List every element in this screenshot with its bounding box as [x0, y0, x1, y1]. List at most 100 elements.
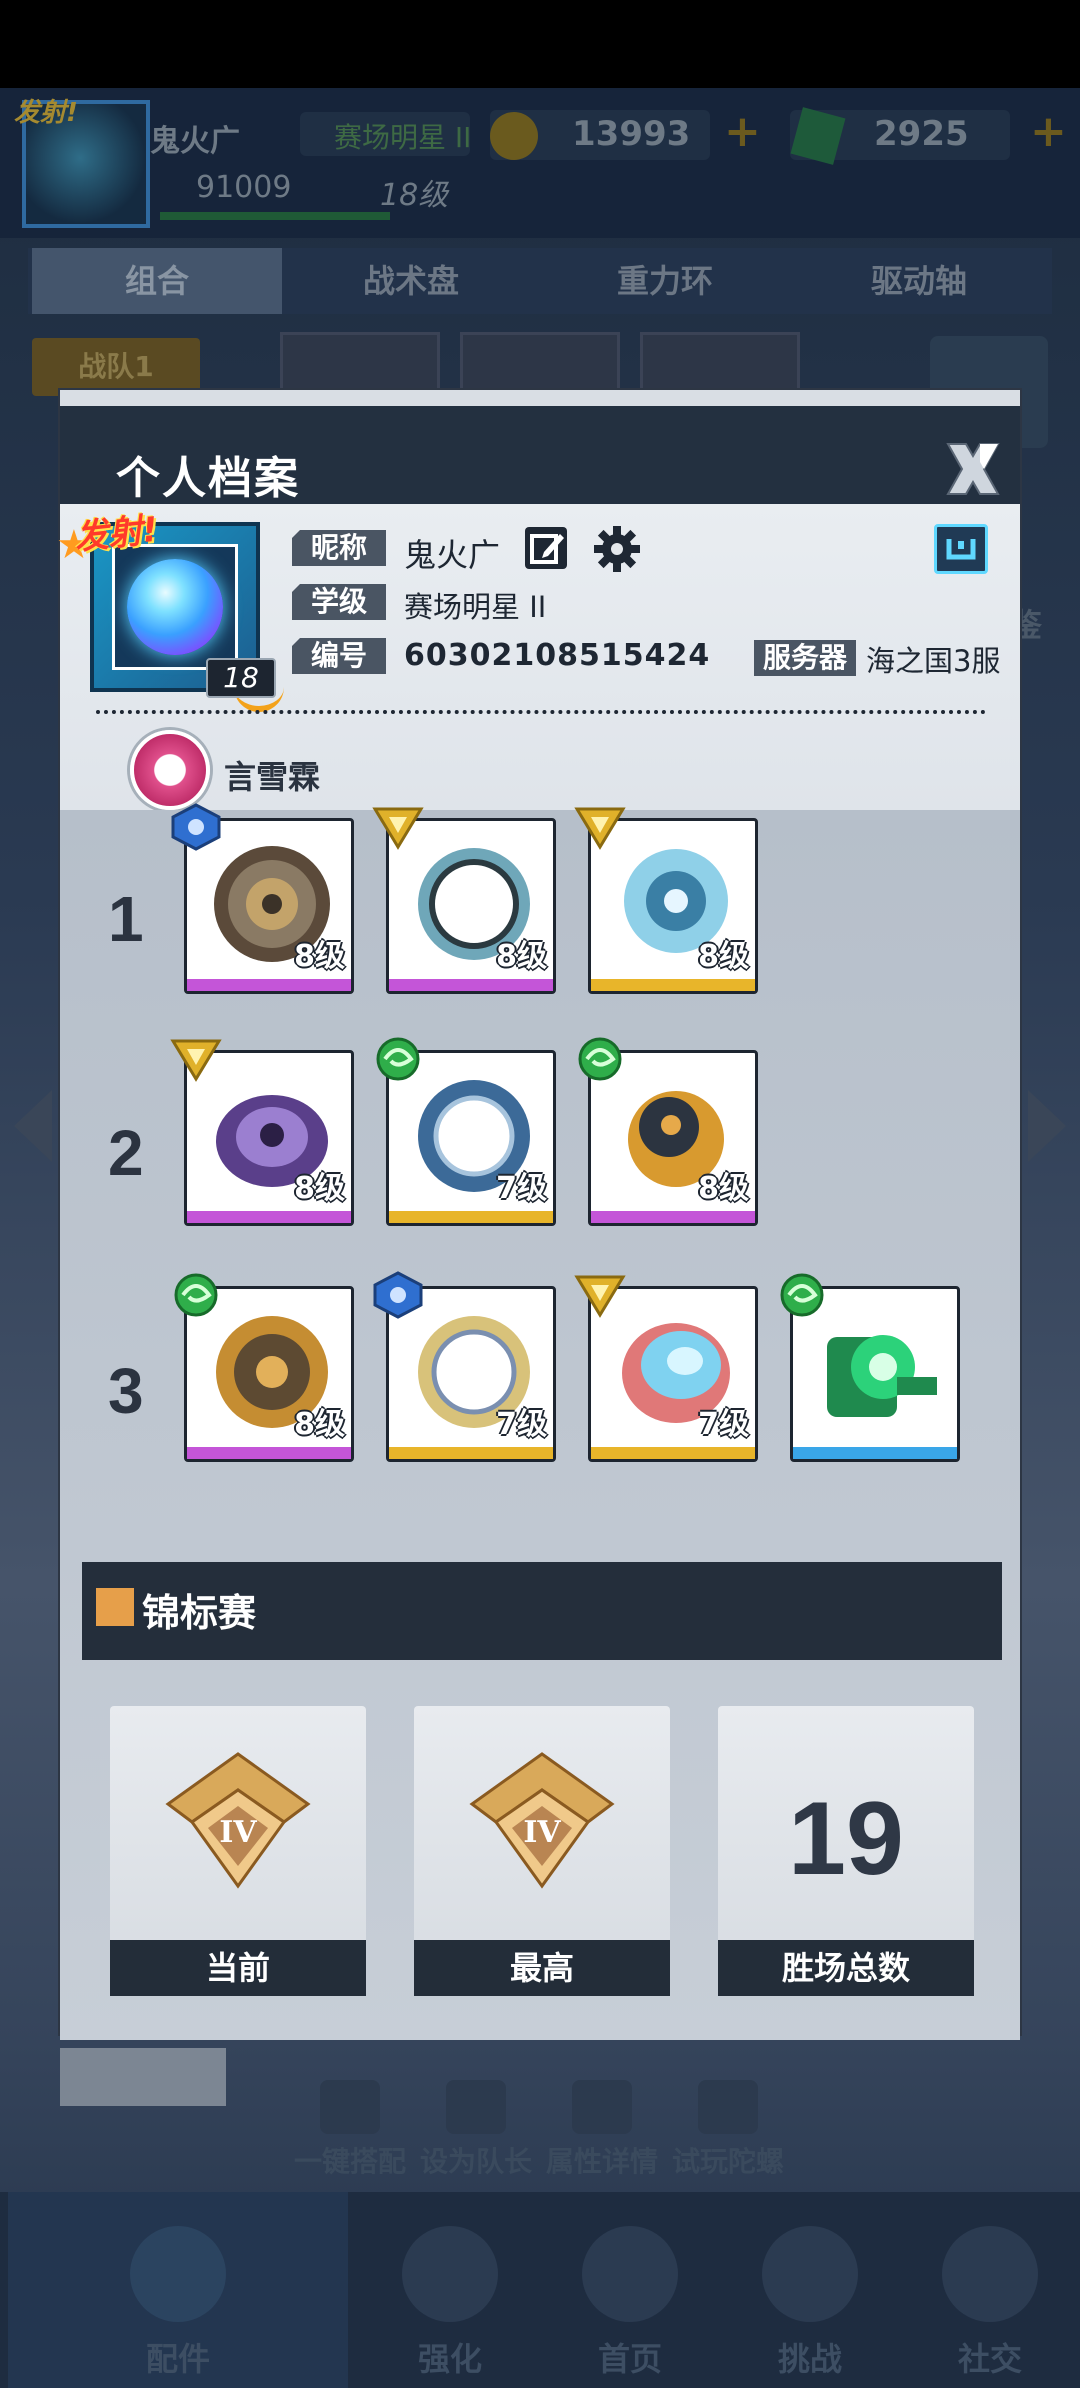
prev-arrow-icon[interactable] — [14, 1090, 52, 1162]
server-value: 海之国3服 — [866, 644, 1001, 678]
nickname-label: 昵称 — [292, 530, 386, 566]
part-level: 8级 — [698, 939, 749, 974]
status-bar — [0, 0, 1080, 88]
exp-bar — [160, 212, 390, 220]
rank-numeral: IV — [219, 1815, 257, 1850]
profile-card: ★ 发射! 18 昵称 鬼火广 学级 赛场明星 II 编号 6030210851… — [56, 504, 1020, 810]
rank-emblem-icon: IV — [469, 1752, 615, 1889]
grade-label: 学级 — [292, 584, 386, 620]
team-parts-list: 1 2 3 8级 8级 8级 8级 7级 8级 8级 7级 7级 锦标赛 IV … — [60, 803, 1020, 2106]
qr-code-icon — [946, 539, 976, 560]
player-power: 91009 — [196, 170, 292, 205]
nav-home[interactable]: 首页 — [530, 2192, 730, 2388]
part-card[interactable]: 8级 — [174, 1273, 354, 1462]
section-header-shadow — [60, 2048, 226, 2106]
add-coins-icon[interactable]: + — [724, 106, 761, 157]
auto-equip-icon — [320, 2080, 380, 2134]
server-label: 服务器 — [754, 640, 856, 676]
rarity-bar — [591, 1211, 755, 1223]
part-card[interactable]: 8级 — [578, 1037, 758, 1226]
player-level: 18级 — [380, 178, 449, 213]
close-icon[interactable] — [940, 436, 1006, 502]
player-name: 鬼火广 — [150, 124, 240, 159]
rarity-bar — [591, 1447, 755, 1459]
part-level: 7级 — [496, 1171, 547, 1206]
rarity-bar — [389, 979, 553, 991]
social-icon — [942, 2226, 1038, 2322]
part-level: 8级 — [294, 939, 345, 974]
avatar-portrait — [112, 544, 238, 670]
player-avatar-tag: 发射! — [14, 98, 78, 128]
total-wins-card[interactable]: 19 胜场总数 — [718, 1706, 974, 1996]
total-wins-value: 19 — [788, 1781, 904, 1897]
gamepad-icon — [698, 2080, 758, 2134]
part-card[interactable]: 7级 — [376, 1037, 556, 1226]
coin-count: 13993 — [572, 114, 691, 154]
launcher-icon — [827, 1335, 937, 1417]
edit-icon[interactable] — [522, 524, 570, 572]
avatar-launch-tag: 发射! — [72, 509, 160, 559]
parts-icon — [130, 2226, 226, 2322]
part-level: 8级 — [294, 1407, 345, 1442]
list-icon — [572, 2080, 632, 2134]
championship-header: 锦标赛 — [82, 1562, 1002, 1660]
rarity-bar — [187, 979, 351, 991]
modal-top-strip — [60, 390, 1020, 406]
total-wins-label: 胜场总数 — [718, 1940, 974, 1996]
team-row-number: 3 — [108, 1355, 144, 1427]
challenge-icon — [762, 2226, 858, 2322]
part-card[interactable]: 7级 — [373, 1271, 556, 1462]
profile-avatar[interactable]: ★ 发射! 18 — [56, 510, 284, 712]
gem-count: 2925 — [874, 114, 969, 154]
divider — [96, 710, 986, 714]
auto-equip-button[interactable]: 一键搭配 — [290, 2080, 410, 2180]
rarity-bar — [389, 1211, 553, 1223]
tab-tactic-disc[interactable]: 战术盘 — [286, 248, 536, 314]
nav-enhance[interactable]: 强化 — [350, 2192, 550, 2388]
best-rank-card[interactable]: IV 最高 — [414, 1706, 670, 1996]
try-top-button[interactable]: 试玩陀螺 — [668, 2080, 788, 2180]
part-card[interactable]: 8级 — [372, 807, 556, 994]
add-gems-icon[interactable]: + — [1030, 106, 1067, 157]
part-card[interactable]: 8级 — [171, 803, 354, 994]
attribute-detail-button[interactable]: 属性详情 — [542, 2080, 662, 2180]
section-marker — [96, 1588, 134, 1626]
modal-header: 个人档案 — [60, 406, 1020, 504]
next-arrow-icon[interactable] — [1028, 1090, 1066, 1162]
player-title: 赛场明星 II — [334, 121, 472, 154]
part-card[interactable]: 8级 — [574, 807, 758, 994]
team-row-number: 2 — [108, 1117, 144, 1189]
part-level: 8级 — [698, 1171, 749, 1206]
tab-combo[interactable]: 组合 — [32, 248, 282, 314]
nav-challenge[interactable]: 挑战 — [710, 2192, 910, 2388]
rank-emblem-icon: IV — [165, 1752, 311, 1889]
orb-icon — [127, 559, 223, 655]
best-rank-label: 最高 — [414, 1940, 670, 1996]
rarity-bar — [793, 1447, 957, 1459]
part-level: 8级 — [496, 939, 547, 974]
home-icon — [582, 2226, 678, 2322]
guild-emblem-icon[interactable] — [130, 730, 210, 810]
rank-numeral: IV — [523, 1815, 561, 1850]
id-label: 编号 — [292, 638, 386, 674]
rarity-bar — [187, 1211, 351, 1223]
part-card[interactable]: 8级 — [170, 1039, 354, 1226]
rarity-bar — [187, 1447, 351, 1459]
set-captain-button[interactable]: 设为队长 — [416, 2080, 536, 2180]
profile-modal: 个人档案 ★ 发射! 18 昵称 鬼火广 学级 赛场明星 II 编号 60302… — [56, 388, 1022, 2106]
qr-code-button[interactable] — [934, 524, 988, 574]
part-level: 7级 — [496, 1407, 547, 1442]
gear-icon[interactable] — [592, 524, 642, 574]
tab-gravity-ring[interactable]: 重力环 — [540, 248, 790, 314]
current-rank-card[interactable]: IV 当前 — [110, 1706, 366, 1996]
part-card[interactable]: 7级 — [574, 1275, 758, 1462]
current-rank-label: 当前 — [110, 1940, 366, 1996]
nav-social[interactable]: 社交 — [890, 2192, 1080, 2388]
enhance-icon — [402, 2226, 498, 2322]
part-card[interactable] — [780, 1273, 960, 1462]
rarity-bar — [591, 979, 755, 991]
modal-title: 个人档案 — [116, 453, 300, 504]
part-level: 7级 — [698, 1407, 749, 1442]
nav-parts[interactable]: 配件 — [8, 2192, 348, 2388]
tab-drive-shaft[interactable]: 驱动轴 — [794, 248, 1044, 314]
